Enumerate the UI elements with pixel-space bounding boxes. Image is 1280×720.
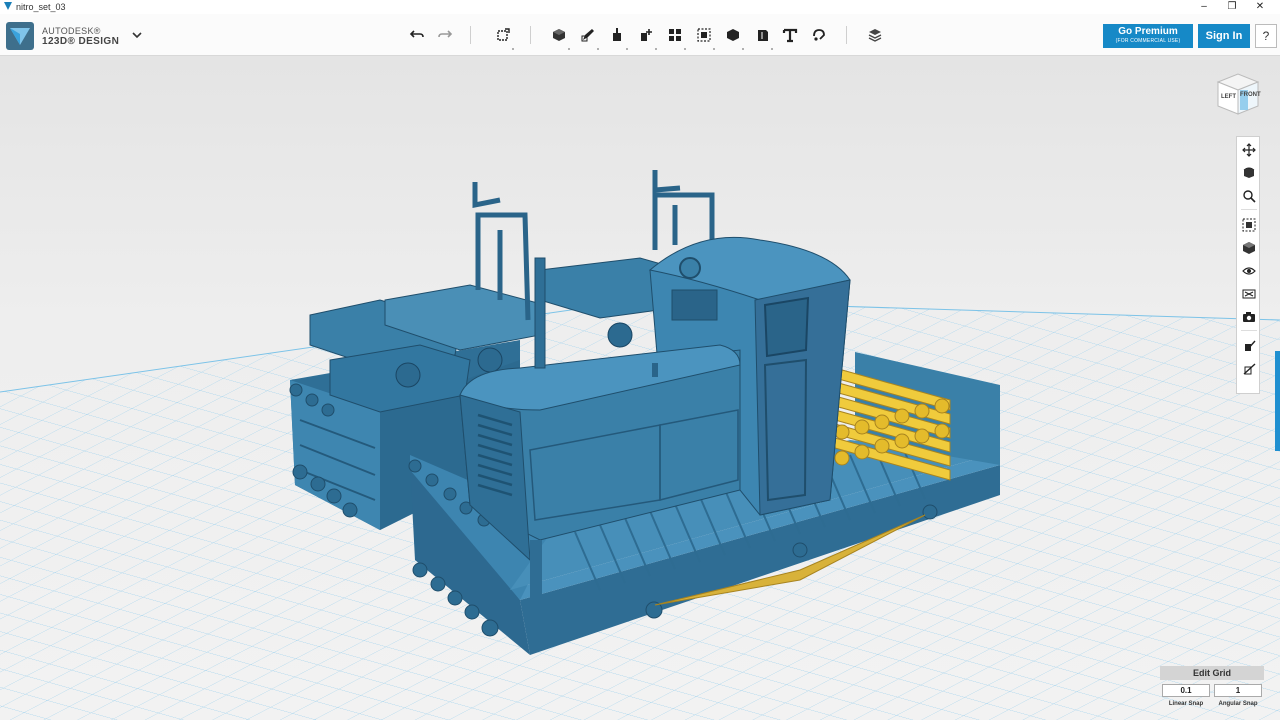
redo-icon[interactable] [434, 24, 456, 46]
3d-viewport[interactable]: LEFT FRONT Edit Grid 0.1 1 Linear Snap A… [0, 56, 1280, 720]
text-icon[interactable] [779, 24, 801, 46]
help-button[interactable]: ? [1255, 24, 1277, 48]
main-toolbar: AUTODESK® 123D® DESIGN Go Premium (FOR C… [0, 14, 1280, 56]
go-premium-label: Go Premium [1118, 26, 1178, 37]
viewcube-front-label: FRONT [1240, 92, 1261, 98]
edit-grid-panel: Edit Grid 0.1 1 Linear Snap Angular Snap [1160, 666, 1264, 718]
pan-icon[interactable] [1240, 141, 1258, 159]
materials-outlines-icon[interactable] [1240, 285, 1258, 303]
app-logo-icon[interactable] [6, 22, 34, 50]
transform-icon[interactable] [492, 24, 514, 50]
solid-edit-icon[interactable] [1240, 337, 1258, 355]
views-icon[interactable] [1240, 239, 1258, 257]
navbar-divider [1241, 330, 1257, 331]
snap-icon[interactable] [808, 24, 830, 46]
exhaust-stack [534, 257, 546, 369]
grouping-icon[interactable] [693, 24, 715, 50]
angular-snap-input[interactable]: 1 [1214, 684, 1262, 697]
view-cube[interactable]: LEFT FRONT [1212, 68, 1264, 120]
close-icon[interactable]: ✕ [1246, 0, 1274, 14]
measure-icon[interactable] [751, 24, 773, 50]
toolbar-divider [530, 26, 531, 44]
eye-icon[interactable] [1240, 262, 1258, 280]
viewcube-left-label: LEFT [1221, 94, 1236, 100]
go-premium-sublabel: (FOR COMMERCIAL USE) [1115, 38, 1181, 44]
material-icon[interactable] [864, 24, 886, 46]
side-panel-handle[interactable] [1275, 351, 1280, 451]
construct-icon[interactable] [606, 24, 628, 50]
edit-grid-button[interactable]: Edit Grid [1160, 666, 1264, 680]
toolbar-divider [470, 26, 471, 44]
zoom-icon[interactable] [1240, 187, 1258, 205]
linear-snap-input[interactable]: 0.1 [1162, 684, 1210, 697]
chevron-down-icon[interactable] [130, 28, 144, 42]
app-logo-icon [4, 2, 12, 10]
go-premium-button[interactable]: Go Premium (FOR COMMERCIAL USE) [1103, 24, 1193, 48]
navigation-bar [1236, 136, 1260, 394]
camera-icon[interactable] [1240, 308, 1258, 326]
minimize-icon[interactable]: – [1190, 0, 1218, 14]
combine-icon[interactable] [722, 24, 744, 50]
orbit-icon[interactable] [1240, 164, 1258, 182]
linear-snap-label: Linear Snap [1168, 701, 1204, 707]
hide-all-icon[interactable] [1240, 360, 1258, 378]
angular-snap-label: Angular Snap [1218, 701, 1258, 707]
brand-company: AUTODESK® [42, 26, 101, 36]
modify-icon[interactable] [635, 24, 657, 50]
restore-icon[interactable]: ❐ [1218, 0, 1246, 14]
fit-icon[interactable] [1240, 216, 1258, 234]
sign-in-button[interactable]: Sign In [1198, 24, 1250, 48]
scene-canvas[interactable] [0, 56, 1280, 720]
sketch-icon[interactable] [577, 24, 599, 50]
window-title: nitro_set_03 [16, 2, 66, 12]
brand-product: 123D® DESIGN [42, 36, 120, 47]
title-bar: nitro_set_03 – ❐ ✕ [0, 0, 1280, 14]
navbar-divider [1241, 209, 1257, 210]
undo-icon[interactable] [406, 24, 428, 46]
toolbar-divider [846, 26, 847, 44]
pattern-icon[interactable] [664, 24, 686, 50]
primitives-icon[interactable] [548, 24, 570, 50]
